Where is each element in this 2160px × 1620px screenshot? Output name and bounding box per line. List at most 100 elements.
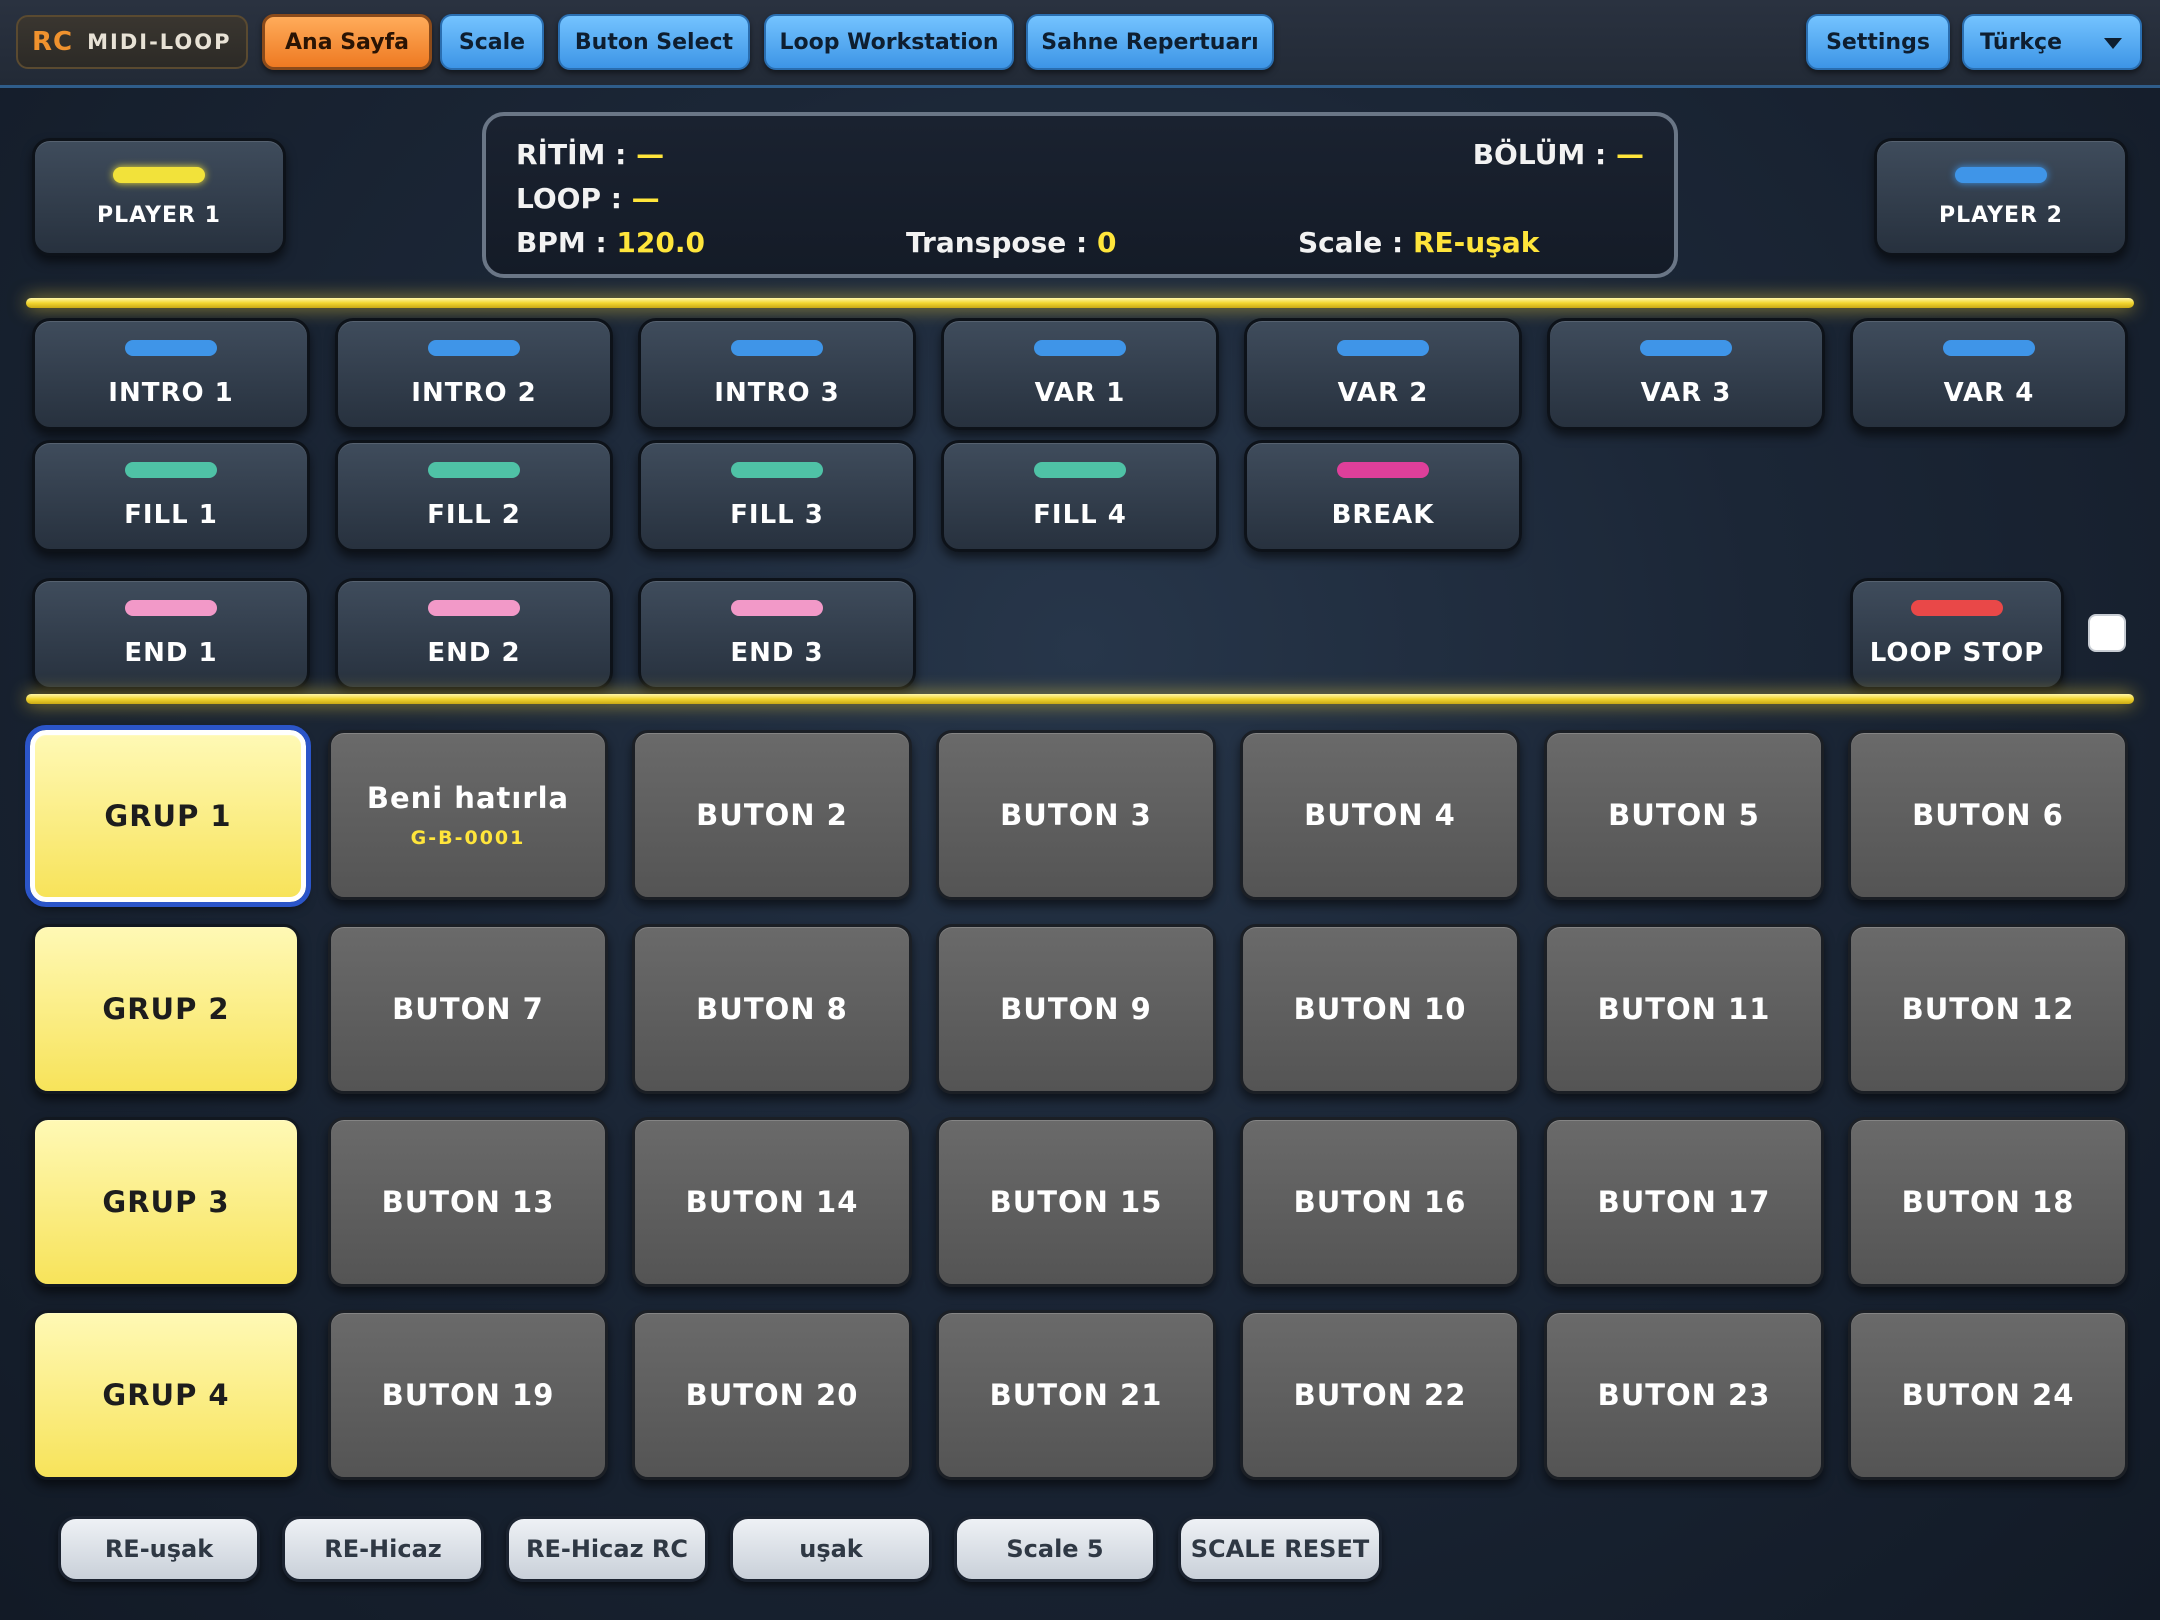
scale-usak-button[interactable]: uşak	[730, 1516, 932, 1582]
led-indicator	[731, 462, 823, 478]
pattern-end-1[interactable]: END 1	[32, 578, 310, 690]
group-1-button[interactable]: GRUP 1	[25, 725, 311, 907]
pattern-label: END 1	[124, 638, 218, 668]
led-indicator	[428, 462, 520, 478]
chevron-down-icon	[2104, 38, 2122, 49]
scale-5-button[interactable]: Scale 5	[954, 1516, 1156, 1582]
pattern-fill-2[interactable]: FILL 2	[335, 440, 613, 552]
tab-scale[interactable]: Scale	[440, 14, 544, 70]
pattern-end-3[interactable]: END 3	[638, 578, 916, 690]
pad-button-13[interactable]: BUTON 13	[328, 1117, 608, 1287]
pad-button-8[interactable]: BUTON 8	[632, 924, 912, 1094]
pad-button-3[interactable]: BUTON 3	[936, 730, 1216, 900]
tab-buton-select[interactable]: Buton Select	[558, 14, 750, 70]
group-4-button[interactable]: GRUP 4	[32, 1310, 300, 1480]
pattern-label: FILL 2	[427, 500, 521, 530]
pad-button-14[interactable]: BUTON 14	[632, 1117, 912, 1287]
pattern-label: END 2	[427, 638, 521, 668]
scale-re-usak-button[interactable]: RE-uşak	[58, 1516, 260, 1582]
yellow-divider-top	[26, 298, 2134, 308]
pattern-fill-4[interactable]: FILL 4	[941, 440, 1219, 552]
pattern-label: INTRO 1	[108, 378, 234, 408]
pad-button-23[interactable]: BUTON 23	[1544, 1310, 1824, 1480]
pad-button-15[interactable]: BUTON 15	[936, 1117, 1216, 1287]
player-2-button[interactable]: PLAYER 2	[1874, 138, 2128, 256]
pad-button-20[interactable]: BUTON 20	[632, 1310, 912, 1480]
group-3-button[interactable]: GRUP 3	[32, 1117, 300, 1287]
tab-sahne-repertuari[interactable]: Sahne Repertuarı	[1026, 14, 1274, 70]
pad-button-4[interactable]: BUTON 4	[1240, 730, 1520, 900]
pad-button-24[interactable]: BUTON 24	[1848, 1310, 2128, 1480]
pad-button-1[interactable]: Beni hatırla G-B-0001	[328, 730, 608, 900]
pad-button-17[interactable]: BUTON 17	[1544, 1117, 1824, 1287]
led-indicator	[1034, 462, 1126, 478]
led-indicator	[125, 462, 217, 478]
pad-button-10[interactable]: BUTON 10	[1240, 924, 1520, 1094]
language-select[interactable]: Türkçe	[1962, 14, 2142, 70]
pad-button-2[interactable]: BUTON 2	[632, 730, 912, 900]
led-indicator	[1640, 340, 1732, 356]
led-indicator	[1943, 340, 2035, 356]
settings-button[interactable]: Settings	[1806, 14, 1950, 70]
pad-button-9[interactable]: BUTON 9	[936, 924, 1216, 1094]
led-indicator	[731, 600, 823, 616]
tab-loop-workstation[interactable]: Loop Workstation	[764, 14, 1014, 70]
pattern-var-1[interactable]: VAR 1	[941, 318, 1219, 430]
pad-button-7[interactable]: BUTON 7	[328, 924, 608, 1094]
loop-stop-button[interactable]: LOOP STOP	[1850, 578, 2064, 690]
pattern-label: INTRO 3	[714, 378, 840, 408]
pattern-label: VAR 1	[1034, 378, 1126, 408]
pattern-label: VAR 3	[1640, 378, 1732, 408]
pattern-intro-1[interactable]: INTRO 1	[32, 318, 310, 430]
top-navigation-bar: RC MIDI-LOOP Ana Sayfa Scale Buton Selec…	[0, 0, 2160, 88]
logo-rc-mark: RC	[32, 27, 74, 57]
pattern-fill-1[interactable]: FILL 1	[32, 440, 310, 552]
pad-button-22[interactable]: BUTON 22	[1240, 1310, 1520, 1480]
group-2-button[interactable]: GRUP 2	[32, 924, 300, 1094]
pattern-label: FILL 3	[730, 500, 824, 530]
pad-button-5[interactable]: BUTON 5	[1544, 730, 1824, 900]
pad-button-16[interactable]: BUTON 16	[1240, 1117, 1520, 1287]
scale-re-hicaz-rc-button[interactable]: RE-Hicaz RC	[506, 1516, 708, 1582]
led-indicator	[1337, 462, 1429, 478]
bolum-readout: BÖLÜM : —	[1472, 138, 1644, 171]
tab-ana-sayfa[interactable]: Ana Sayfa	[262, 14, 432, 70]
pattern-var-2[interactable]: VAR 2	[1244, 318, 1522, 430]
pad-button-11[interactable]: BUTON 11	[1544, 924, 1824, 1094]
loop-stop-checkbox[interactable]	[2088, 614, 2126, 652]
led-indicator	[428, 600, 520, 616]
language-select-value: Türkçe	[1980, 29, 2063, 55]
pattern-var-3[interactable]: VAR 3	[1547, 318, 1825, 430]
pad-code: G-B-0001	[410, 827, 526, 849]
pattern-label: INTRO 2	[411, 378, 537, 408]
player-1-button[interactable]: PLAYER 1	[32, 138, 286, 256]
pattern-intro-3[interactable]: INTRO 3	[638, 318, 916, 430]
pattern-var-4[interactable]: VAR 4	[1850, 318, 2128, 430]
pattern-break[interactable]: BREAK	[1244, 440, 1522, 552]
app-logo: RC MIDI-LOOP	[16, 15, 248, 69]
pattern-end-2[interactable]: END 2	[335, 578, 613, 690]
loop-readout: LOOP : —	[516, 182, 660, 215]
player-1-led	[113, 166, 205, 183]
pad-button-18[interactable]: BUTON 18	[1848, 1117, 2128, 1287]
player-1-label: PLAYER 1	[97, 202, 221, 228]
led-indicator	[1337, 340, 1429, 356]
pad-button-12[interactable]: BUTON 12	[1848, 924, 2128, 1094]
pattern-intro-2[interactable]: INTRO 2	[335, 318, 613, 430]
yellow-divider-bottom	[26, 694, 2134, 704]
pattern-label: VAR 4	[1943, 378, 2035, 408]
logo-app-name: MIDI-LOOP	[87, 30, 232, 54]
pattern-label: FILL 1	[124, 500, 218, 530]
pattern-label: END 3	[730, 638, 824, 668]
loop-stop-label: LOOP STOP	[1869, 638, 2045, 668]
pattern-fill-3[interactable]: FILL 3	[638, 440, 916, 552]
pad-button-19[interactable]: BUTON 19	[328, 1310, 608, 1480]
pad-button-21[interactable]: BUTON 21	[936, 1310, 1216, 1480]
pad-button-6[interactable]: BUTON 6	[1848, 730, 2128, 900]
scale-re-hicaz-button[interactable]: RE-Hicaz	[282, 1516, 484, 1582]
status-display-panel: RİTİM : — BÖLÜM : — LOOP : — BPM : 120.0…	[482, 112, 1678, 278]
scale-reset-button[interactable]: SCALE RESET	[1178, 1516, 1382, 1582]
pattern-label: VAR 2	[1337, 378, 1429, 408]
player-2-label: PLAYER 2	[1939, 202, 2063, 228]
led-indicator	[731, 340, 823, 356]
